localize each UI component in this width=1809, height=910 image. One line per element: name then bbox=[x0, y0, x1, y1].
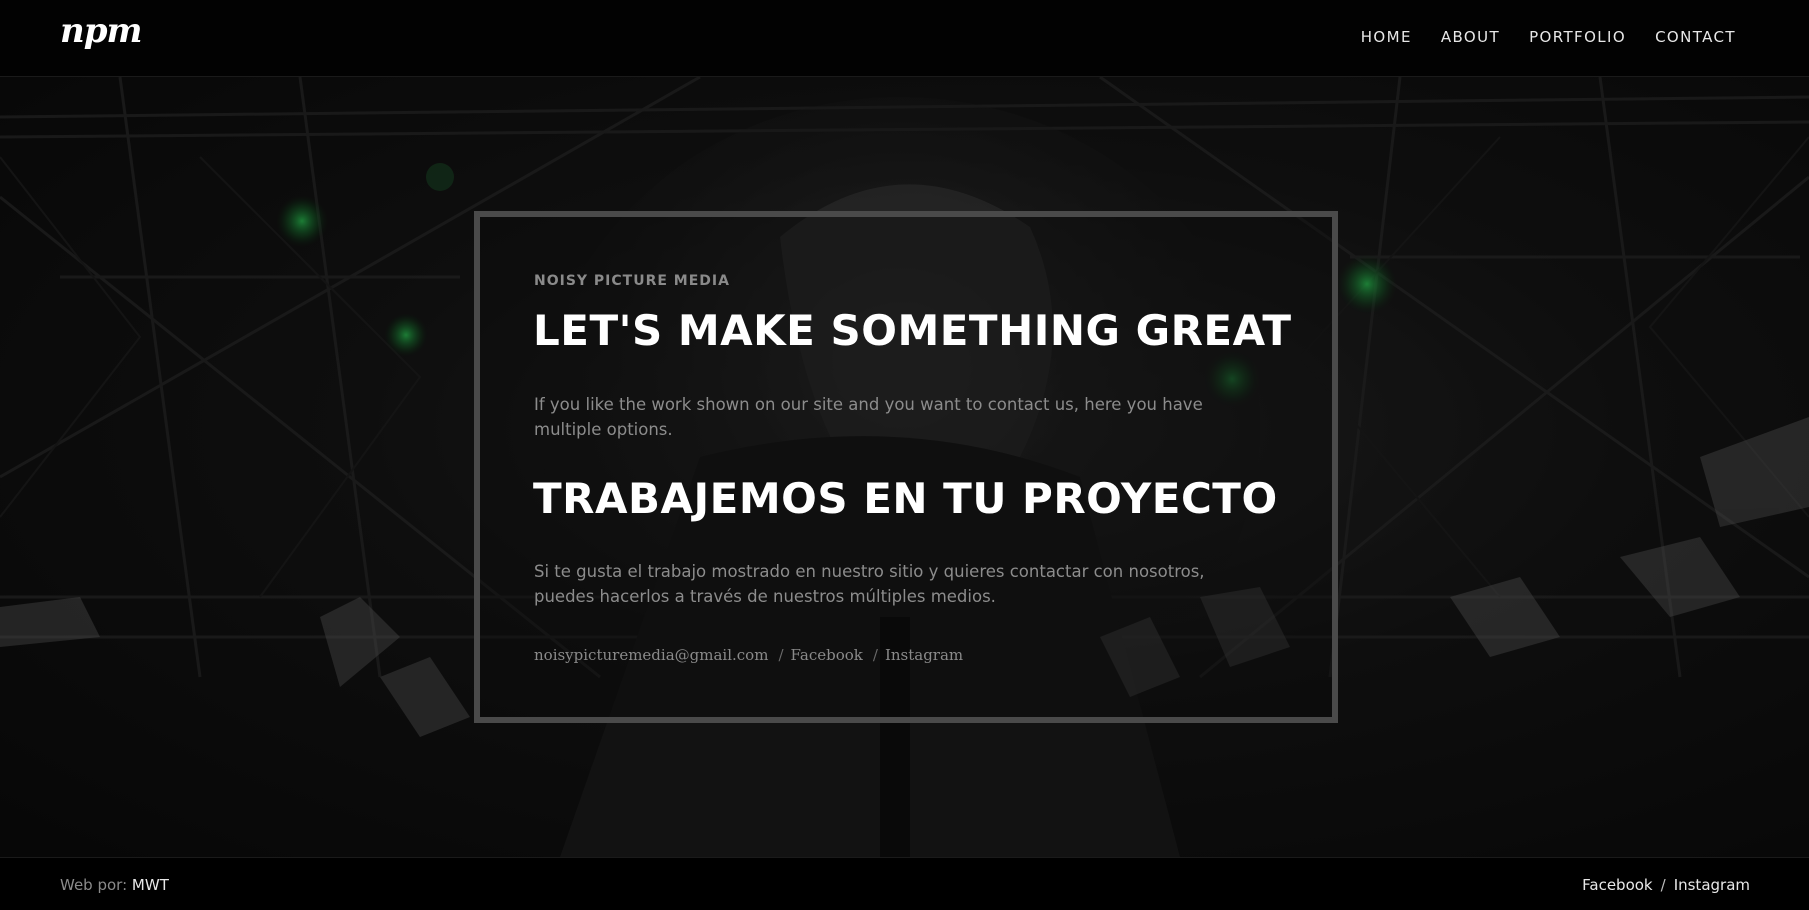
heading-english: LET'S MAKE SOMETHING GREAT bbox=[533, 306, 1292, 355]
nav-home[interactable]: HOME bbox=[1361, 28, 1412, 46]
separator: / bbox=[778, 646, 784, 664]
separator: / bbox=[872, 646, 878, 664]
footer-facebook-link[interactable]: Facebook bbox=[1582, 876, 1652, 894]
nav-portfolio[interactable]: PORTFOLIO bbox=[1529, 28, 1626, 46]
site-footer: Web por: MWT Facebook / Instagram bbox=[0, 857, 1809, 910]
site-header: npm HOME ABOUT PORTFOLIO CONTACT bbox=[0, 0, 1809, 77]
main-nav: HOME ABOUT PORTFOLIO CONTACT bbox=[1361, 28, 1736, 46]
instagram-link[interactable]: Instagram bbox=[885, 646, 963, 664]
nav-contact[interactable]: CONTACT bbox=[1655, 28, 1736, 46]
footer-instagram-link[interactable]: Instagram bbox=[1674, 876, 1750, 894]
contact-links: noisypicturemedia@gmail.com / Facebook / Ins… bbox=[534, 646, 963, 664]
credit-link[interactable]: MWT bbox=[132, 876, 169, 894]
separator: / bbox=[1660, 876, 1666, 894]
paragraph-english: If you like the work shown on our site a… bbox=[534, 395, 1203, 439]
kicker-text: NOISY PICTURE MEDIA bbox=[534, 273, 730, 289]
paragraph-spanish: Si te gusta el trabajo mostrado en nuest… bbox=[534, 562, 1205, 606]
footer-social: Facebook / Instagram bbox=[1582, 876, 1750, 894]
footer-credit: Web por: MWT bbox=[60, 876, 169, 894]
nav-about[interactable]: ABOUT bbox=[1441, 28, 1500, 46]
heading-spanish: TRABAJEMOS EN TU PROYECTO bbox=[533, 474, 1278, 523]
logo[interactable]: npm bbox=[60, 14, 142, 48]
email-link[interactable]: noisypicturemedia@gmail.com bbox=[534, 646, 768, 664]
facebook-link[interactable]: Facebook bbox=[791, 646, 863, 664]
credit-prefix: Web por: bbox=[60, 876, 128, 894]
